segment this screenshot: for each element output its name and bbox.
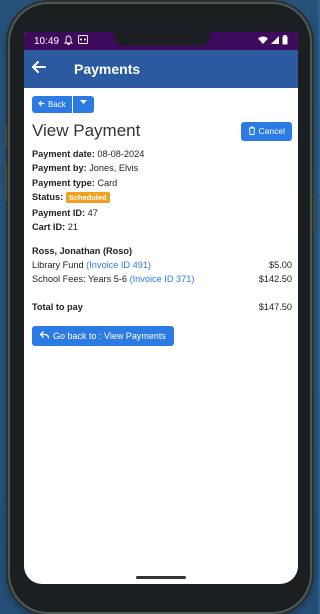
total-row: Total to pay $147.50 bbox=[32, 302, 292, 312]
cart-id-label: Cart ID: bbox=[32, 222, 66, 233]
main-content: Back View Payment Cancel Payment date: 0… bbox=[24, 88, 298, 347]
payment-type-label: Payment type: bbox=[32, 177, 95, 188]
reply-arrow-icon bbox=[39, 331, 50, 341]
payment-by-label: Payment by: bbox=[32, 163, 87, 174]
arrow-left-icon bbox=[38, 100, 45, 109]
cart-id-value: 21 bbox=[67, 222, 78, 233]
payment-type-value: Card bbox=[97, 177, 118, 188]
payment-date-value: 08-08-2024 bbox=[97, 149, 145, 159]
back-button-group: Back bbox=[32, 96, 292, 113]
caret-down-icon bbox=[79, 100, 87, 107]
wifi-icon bbox=[258, 36, 268, 47]
status-label: Status: bbox=[32, 192, 64, 203]
phone-side-button bbox=[4, 124, 7, 148]
line-item: School Fees: Years 5-6 (Invoice ID 371) … bbox=[32, 274, 292, 284]
status-badge: Scheduled bbox=[65, 192, 110, 204]
status-time: 10:49 bbox=[34, 35, 60, 47]
total-amount: $147.50 bbox=[258, 302, 292, 313]
payment-id-row: Payment ID: 47 bbox=[32, 206, 292, 220]
invoice-link[interactable]: (Invoice ID 491) bbox=[86, 260, 151, 270]
total-label: Total to pay bbox=[32, 302, 83, 313]
line-item: Library Fund (Invoice ID 491) $5.00 bbox=[32, 260, 292, 270]
line-item-description-wrap: Library Fund (Invoice ID 491) bbox=[32, 260, 151, 270]
cart-id-row: Cart ID: 21 bbox=[32, 220, 292, 234]
payment-id-value: 47 bbox=[87, 207, 98, 218]
phone-side-button bbox=[4, 162, 7, 202]
go-back-button[interactable]: Go back to : View Payments bbox=[32, 326, 174, 347]
page-title: View Payment bbox=[32, 121, 141, 140]
cancel-button[interactable]: Cancel bbox=[240, 121, 292, 141]
payment-by-value: Jones, Elvis bbox=[89, 163, 139, 174]
line-item-amount: $5.00 bbox=[269, 260, 292, 271]
trash-icon bbox=[248, 126, 256, 137]
line-item-description: School Fees: Years 5-6 bbox=[32, 274, 127, 285]
back-dropdown-toggle[interactable] bbox=[72, 96, 94, 113]
phone-side-button bbox=[313, 194, 316, 234]
cancel-button-label: Cancel bbox=[258, 126, 285, 136]
app-bar-title: Payments bbox=[74, 61, 141, 77]
line-item-amount: $142.50 bbox=[258, 274, 292, 285]
back-button[interactable]: Back bbox=[32, 96, 72, 113]
status-row: Status: Scheduled bbox=[32, 190, 292, 205]
back-button-label: Back bbox=[48, 100, 66, 109]
student-name: Ross, Jonathan (Roso) bbox=[32, 246, 133, 257]
go-back-button-label: Go back to : View Payments bbox=[53, 331, 166, 342]
bell-icon bbox=[63, 35, 74, 48]
payment-id-label: Payment ID: bbox=[32, 207, 86, 218]
signal-icon bbox=[271, 35, 279, 47]
line-item-description: Library Fund bbox=[32, 260, 84, 271]
payment-date-label: Payment date: bbox=[32, 149, 95, 159]
payment-by-row: Payment by: Jones, Elvis bbox=[32, 161, 292, 175]
payment-type-row: Payment type: Card bbox=[32, 176, 292, 190]
camera-notch bbox=[114, 32, 210, 46]
title-row: View Payment Cancel bbox=[32, 121, 292, 141]
battery-icon bbox=[282, 34, 288, 48]
home-indicator[interactable] bbox=[136, 576, 186, 579]
line-item-description-wrap: School Fees: Years 5-6 (Invoice ID 371) bbox=[32, 274, 194, 284]
phone-screen: 10:49 Payments Back View Payment Cancel … bbox=[24, 32, 298, 584]
arrow-left-icon[interactable] bbox=[32, 60, 52, 78]
payment-details: Payment date: 08-08-2024 Payment by: Jon… bbox=[32, 147, 292, 234]
app-bar: Payments bbox=[24, 50, 298, 88]
cast-icon bbox=[78, 35, 88, 47]
payment-date-row: Payment date: 08-08-2024 bbox=[32, 147, 292, 161]
invoice-link[interactable]: (Invoice ID 371) bbox=[130, 274, 195, 284]
